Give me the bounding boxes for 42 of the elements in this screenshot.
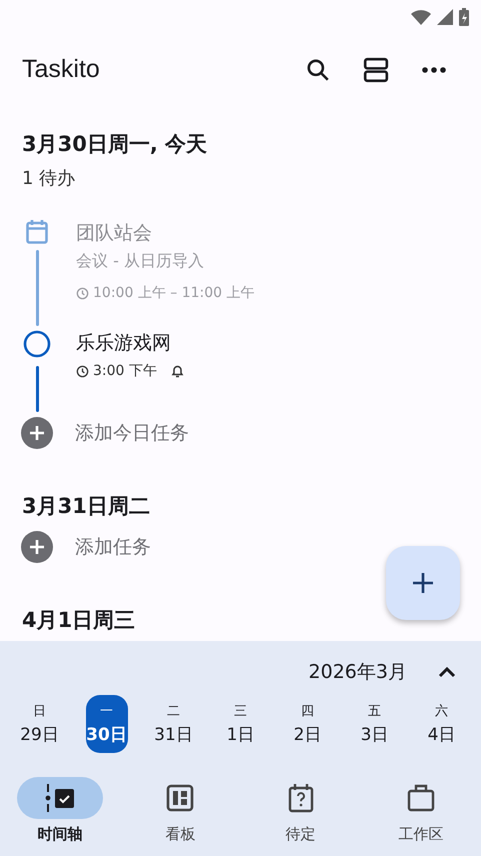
- briefcase-icon: [406, 783, 436, 813]
- more-icon: [421, 66, 447, 74]
- calendar-icon: [26, 220, 48, 244]
- signal-icon: [437, 9, 453, 25]
- nav-tab[interactable]: 待定: [240, 777, 361, 844]
- nav-tab[interactable]: 工作区: [360, 777, 481, 844]
- wifi-icon: [411, 10, 431, 24]
- month-label: 2026年3月: [308, 660, 407, 685]
- timeline-icon: [45, 783, 76, 813]
- calendar-question-icon: [288, 783, 314, 813]
- add-button[interactable]: [386, 546, 460, 620]
- battery-icon: [459, 8, 469, 26]
- calendar-day[interactable]: 四 2日: [286, 695, 328, 753]
- nav-tab[interactable]: 时间轴: [0, 777, 120, 844]
- add-icon: [21, 417, 53, 449]
- calendar-day[interactable]: 一 30日: [86, 695, 128, 753]
- event-subtitle: 会议 - 从日历导入: [76, 250, 204, 272]
- clock-icon: [76, 286, 89, 300]
- calendar-day[interactable]: 日 29日: [18, 695, 60, 753]
- plus-icon: [411, 571, 435, 595]
- add-task-button[interactable]: 添加任务: [0, 530, 151, 564]
- task-title[interactable]: 乐乐游戏网: [76, 330, 171, 356]
- day-heading: 3月31日周二: [21, 493, 150, 520]
- calendar-day[interactable]: 五 3日: [354, 695, 396, 753]
- event-time: 10:00 上午 – 11:00 上午: [93, 284, 254, 302]
- day-heading: 4月1日周三: [21, 607, 136, 634]
- search-icon: [305, 57, 331, 83]
- task-count: 1 待办: [21, 167, 76, 190]
- chevron-up-icon: [438, 666, 456, 678]
- calendar-day[interactable]: 六 4日: [420, 695, 462, 753]
- task-time: 3:00 下午: [93, 362, 157, 380]
- calendar-day[interactable]: 三 1日: [220, 695, 262, 753]
- add-icon: [21, 531, 53, 563]
- calendar-day[interactable]: 二 31日: [152, 695, 194, 753]
- clock-icon: [76, 364, 89, 378]
- nav-tab[interactable]: 看板: [120, 777, 240, 844]
- board-icon: [166, 784, 194, 812]
- add-task-button[interactable]: 添加今日任务: [0, 416, 189, 450]
- layout-icon: [363, 57, 389, 83]
- app-title: Taskito: [22, 54, 101, 84]
- day-heading: 3月30日周一, 今天: [21, 131, 208, 158]
- task-checkbox[interactable]: [23, 330, 51, 358]
